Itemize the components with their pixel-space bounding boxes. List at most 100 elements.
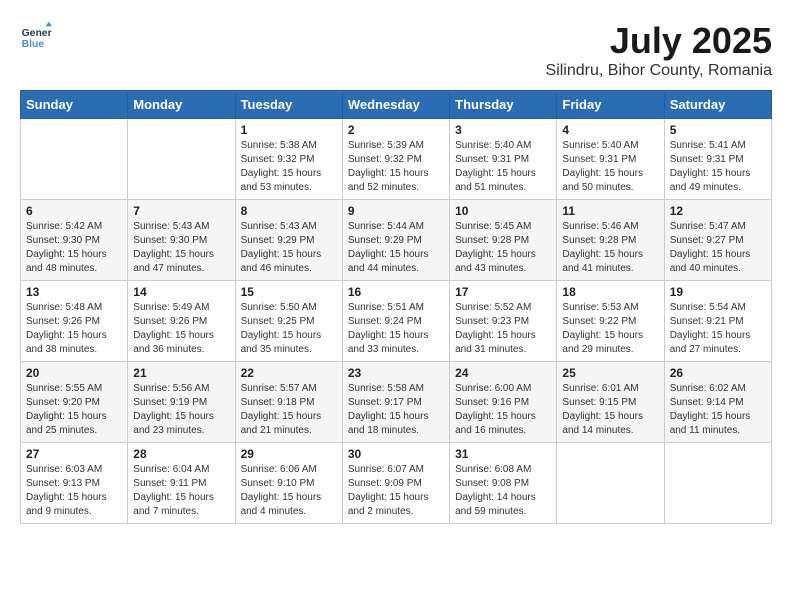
day-number: 3 <box>455 123 551 137</box>
day-number: 29 <box>241 447 337 461</box>
day-info: Sunrise: 5:43 AMSunset: 9:29 PMDaylight:… <box>241 220 337 276</box>
day-number: 27 <box>26 447 122 461</box>
calendar-cell: 23 Sunrise: 5:58 AMSunset: 9:17 PMDayligh… <box>342 362 449 443</box>
main-title: July 2025 <box>546 20 772 62</box>
weekday-header-wednesday: Wednesday <box>342 91 449 119</box>
calendar-cell <box>128 119 235 200</box>
calendar-cell: 14 Sunrise: 5:49 AMSunset: 9:26 PMDayligh… <box>128 281 235 362</box>
calendar-cell: 24Sunrise: 6:00 AMSunset: 9:16 PMDayligh… <box>450 362 557 443</box>
day-number: 20 <box>26 366 122 380</box>
logo-icon: General Blue <box>20 20 52 52</box>
day-info: Sunrise: 5:53 AMSunset: 9:22 PMDaylight:… <box>562 301 658 357</box>
day-number: 15 <box>241 285 337 299</box>
day-info: Sunrise: 6:07 AMSunset: 9:09 PMDaylight:… <box>348 463 444 519</box>
day-number: 19 <box>670 285 766 299</box>
day-info: Sunrise: 5:43 AMSunset: 9:30 PMDaylight:… <box>133 220 229 276</box>
calendar-cell: 11 Sunrise: 5:46 AMSunset: 9:28 PMDayligh… <box>557 200 664 281</box>
day-info: Sunrise: 5:48 AMSunset: 9:26 PMDaylight:… <box>26 301 122 357</box>
day-number: 8 <box>241 204 337 218</box>
weekday-header-monday: Monday <box>128 91 235 119</box>
day-number: 28 <box>133 447 229 461</box>
calendar-cell: 22 Sunrise: 5:57 AMSunset: 9:18 PMDayligh… <box>235 362 342 443</box>
calendar-cell: 5 Sunrise: 5:41 AMSunset: 9:31 PMDaylight… <box>664 119 771 200</box>
weekday-header-saturday: Saturday <box>664 91 771 119</box>
calendar-cell: 27 Sunrise: 6:03 AMSunset: 9:13 PMDayligh… <box>21 443 128 524</box>
day-info: Sunrise: 6:04 AMSunset: 9:11 PMDaylight:… <box>133 463 229 519</box>
day-info: Sunrise: 5:51 AMSunset: 9:24 PMDaylight:… <box>348 301 444 357</box>
day-info: Sunrise: 5:52 AMSunset: 9:23 PMDaylight:… <box>455 301 551 357</box>
calendar-cell: 6 Sunrise: 5:42 AMSunset: 9:30 PMDaylight… <box>21 200 128 281</box>
calendar-cell <box>557 443 664 524</box>
logo: General Blue <box>20 20 52 52</box>
day-info: Sunrise: 5:39 AMSunset: 9:32 PMDaylight:… <box>348 139 444 195</box>
calendar-cell: 12Sunrise: 5:47 AMSunset: 9:27 PMDayligh… <box>664 200 771 281</box>
day-info: Sunrise: 5:50 AMSunset: 9:25 PMDaylight:… <box>241 301 337 357</box>
day-info: Sunrise: 5:49 AMSunset: 9:26 PMDaylight:… <box>133 301 229 357</box>
calendar-cell: 13 Sunrise: 5:48 AMSunset: 9:26 PMDayligh… <box>21 281 128 362</box>
day-number: 21 <box>133 366 229 380</box>
location-subtitle: Silindru, Bihor County, Romania <box>546 62 772 80</box>
day-info: Sunrise: 5:47 AMSunset: 9:27 PMDaylight:… <box>670 220 766 276</box>
calendar-cell: 19Sunrise: 5:54 AMSunset: 9:21 PMDayligh… <box>664 281 771 362</box>
day-number: 30 <box>348 447 444 461</box>
day-number: 14 <box>133 285 229 299</box>
day-number: 23 <box>348 366 444 380</box>
day-info: Sunrise: 5:45 AMSunset: 9:28 PMDaylight:… <box>455 220 551 276</box>
day-info: Sunrise: 6:01 AMSunset: 9:15 PMDaylight:… <box>562 382 658 438</box>
calendar-cell: 10Sunrise: 5:45 AMSunset: 9:28 PMDayligh… <box>450 200 557 281</box>
day-info: Sunrise: 6:03 AMSunset: 9:13 PMDaylight:… <box>26 463 122 519</box>
calendar-cell: 1 Sunrise: 5:38 AMSunset: 9:32 PMDaylight… <box>235 119 342 200</box>
calendar-week-row: 13 Sunrise: 5:48 AMSunset: 9:26 PMDayligh… <box>21 281 772 362</box>
day-number: 16 <box>348 285 444 299</box>
day-info: Sunrise: 5:41 AMSunset: 9:31 PMDaylight:… <box>670 139 766 195</box>
svg-text:Blue: Blue <box>22 39 45 50</box>
weekday-header-sunday: Sunday <box>21 91 128 119</box>
day-number: 1 <box>241 123 337 137</box>
calendar-cell: 7Sunrise: 5:43 AMSunset: 9:30 PMDaylight… <box>128 200 235 281</box>
calendar-cell: 26Sunrise: 6:02 AMSunset: 9:14 PMDayligh… <box>664 362 771 443</box>
day-number: 5 <box>670 123 766 137</box>
calendar-cell: 28 Sunrise: 6:04 AMSunset: 9:11 PMDayligh… <box>128 443 235 524</box>
day-info: Sunrise: 6:02 AMSunset: 9:14 PMDaylight:… <box>670 382 766 438</box>
day-number: 6 <box>26 204 122 218</box>
day-number: 2 <box>348 123 444 137</box>
calendar-cell: 2 Sunrise: 5:39 AMSunset: 9:32 PMDaylight… <box>342 119 449 200</box>
day-info: Sunrise: 5:55 AMSunset: 9:20 PMDaylight:… <box>26 382 122 438</box>
day-info: Sunrise: 5:57 AMSunset: 9:18 PMDaylight:… <box>241 382 337 438</box>
calendar-cell: 25Sunrise: 6:01 AMSunset: 9:15 PMDayligh… <box>557 362 664 443</box>
svg-text:General: General <box>22 28 52 39</box>
title-area: July 2025 Silindru, Bihor County, Romani… <box>546 20 772 80</box>
calendar-cell <box>21 119 128 200</box>
day-number: 4 <box>562 123 658 137</box>
calendar-cell: 17 Sunrise: 5:52 AMSunset: 9:23 PMDayligh… <box>450 281 557 362</box>
day-number: 11 <box>562 204 658 218</box>
calendar-cell: 18Sunrise: 5:53 AMSunset: 9:22 PMDayligh… <box>557 281 664 362</box>
calendar-cell: 31Sunrise: 6:08 AMSunset: 9:08 PMDayligh… <box>450 443 557 524</box>
day-number: 13 <box>26 285 122 299</box>
weekday-header-tuesday: Tuesday <box>235 91 342 119</box>
calendar-cell: 16 Sunrise: 5:51 AMSunset: 9:24 PMDayligh… <box>342 281 449 362</box>
page-header: General Blue July 2025 Silindru, Bihor C… <box>20 20 772 80</box>
day-info: Sunrise: 5:40 AMSunset: 9:31 PMDaylight:… <box>562 139 658 195</box>
day-number: 22 <box>241 366 337 380</box>
calendar-cell: 21 Sunrise: 5:56 AMSunset: 9:19 PMDayligh… <box>128 362 235 443</box>
calendar-cell: 20 Sunrise: 5:55 AMSunset: 9:20 PMDayligh… <box>21 362 128 443</box>
day-info: Sunrise: 5:58 AMSunset: 9:17 PMDaylight:… <box>348 382 444 438</box>
calendar-cell: 29Sunrise: 6:06 AMSunset: 9:10 PMDayligh… <box>235 443 342 524</box>
calendar-cell: 8 Sunrise: 5:43 AMSunset: 9:29 PMDaylight… <box>235 200 342 281</box>
day-info: Sunrise: 5:46 AMSunset: 9:28 PMDaylight:… <box>562 220 658 276</box>
day-info: Sunrise: 5:42 AMSunset: 9:30 PMDaylight:… <box>26 220 122 276</box>
calendar-week-row: 27 Sunrise: 6:03 AMSunset: 9:13 PMDayligh… <box>21 443 772 524</box>
calendar-cell: 15 Sunrise: 5:50 AMSunset: 9:25 PMDayligh… <box>235 281 342 362</box>
weekday-header-thursday: Thursday <box>450 91 557 119</box>
calendar-cell: 3 Sunrise: 5:40 AMSunset: 9:31 PMDaylight… <box>450 119 557 200</box>
day-info: Sunrise: 5:40 AMSunset: 9:31 PMDaylight:… <box>455 139 551 195</box>
calendar-cell: 30 Sunrise: 6:07 AMSunset: 9:09 PMDayligh… <box>342 443 449 524</box>
day-info: Sunrise: 5:44 AMSunset: 9:29 PMDaylight:… <box>348 220 444 276</box>
day-number: 17 <box>455 285 551 299</box>
day-number: 24 <box>455 366 551 380</box>
calendar-week-row: 6 Sunrise: 5:42 AMSunset: 9:30 PMDaylight… <box>21 200 772 281</box>
day-info: Sunrise: 5:56 AMSunset: 9:19 PMDaylight:… <box>133 382 229 438</box>
day-info: Sunrise: 5:38 AMSunset: 9:32 PMDaylight:… <box>241 139 337 195</box>
calendar-header-row: SundayMondayTuesdayWednesdayThursdayFrid… <box>21 91 772 119</box>
